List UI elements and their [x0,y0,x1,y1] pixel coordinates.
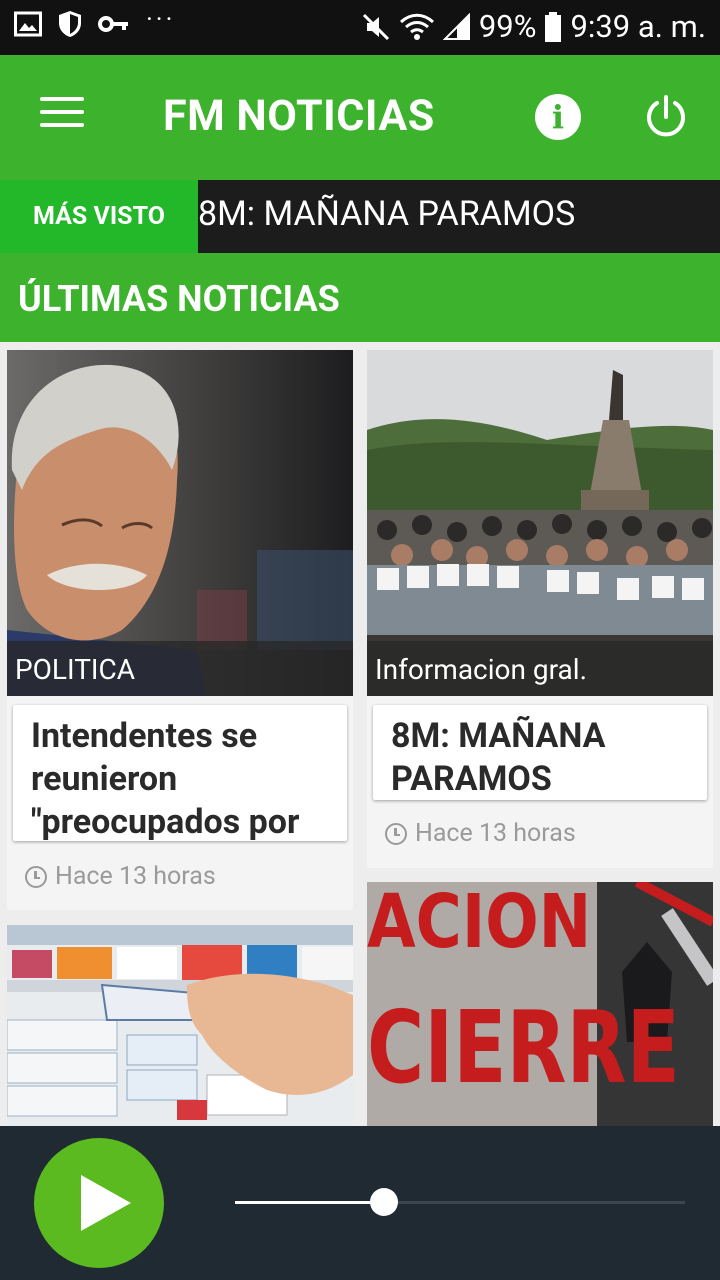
status-bar: ··· 99% 9:39 a. m. [0,0,720,55]
svg-text:CIERRE: CIERRE [367,991,680,1107]
menu-button[interactable] [40,97,84,133]
ticker-headline[interactable]: 8M: MAÑANA PARAMOS [198,194,575,234]
svg-text:ACION: ACION [367,882,591,965]
more-notifications-icon: ··· [146,5,176,35]
battery-icon [545,11,562,42]
clock-icon [385,822,407,845]
category-label: POLITICA [7,641,353,696]
category-label: Informacion gral. [367,641,713,696]
section-header: ÚLTIMAS NOTICIAS [0,253,720,342]
news-card-cierre[interactable]: ACION CIERRE [367,882,713,1126]
ticker-label: MÁS VISTO [0,180,198,253]
news-image-closure-sign[interactable]: ACION CIERRE [367,882,713,1126]
news-headline[interactable]: 8M: MAÑANA PARAMOS [373,705,707,800]
shield-icon [59,11,81,37]
power-button[interactable] [642,93,690,141]
app-title: FM NOTICIAS [163,91,435,141]
seek-bar-thumb[interactable] [369,1188,398,1216]
wifi-icon [399,13,434,40]
seek-bar-progress [235,1201,384,1204]
news-card-informacion[interactable]: Informacion gral. 8M: MAÑANA PARAMOS Hac… [367,350,713,868]
gallery-notification-icon [14,11,42,37]
battery-percent: 99% [478,8,537,45]
key-icon [98,16,128,32]
top-app-bar: FM NOTICIAS i [0,55,720,180]
section-title: ÚLTIMAS NOTICIAS [18,278,340,320]
clock-time: 9:39 a. m. [570,8,706,45]
news-card-pharmacy[interactable] [7,925,353,1126]
most-viewed-ticker[interactable]: MÁS VISTO 8M: MAÑANA PARAMOS [0,180,720,253]
play-button[interactable] [34,1138,164,1268]
mute-icon [362,13,389,40]
news-timestamp: Hace 13 horas [25,862,216,891]
news-headline[interactable]: Intendentes se reunieron "preocupados po… [13,705,347,841]
clock-icon [25,865,47,888]
news-card-politica[interactable]: POLITICA Intendentes se reunieron "preoc… [7,350,353,910]
info-button[interactable]: i [535,94,581,140]
audio-player [0,1126,720,1280]
signal-icon [442,12,470,40]
news-timestamp: Hace 13 horas [385,819,576,848]
news-image-pharmacy[interactable] [7,925,353,1126]
